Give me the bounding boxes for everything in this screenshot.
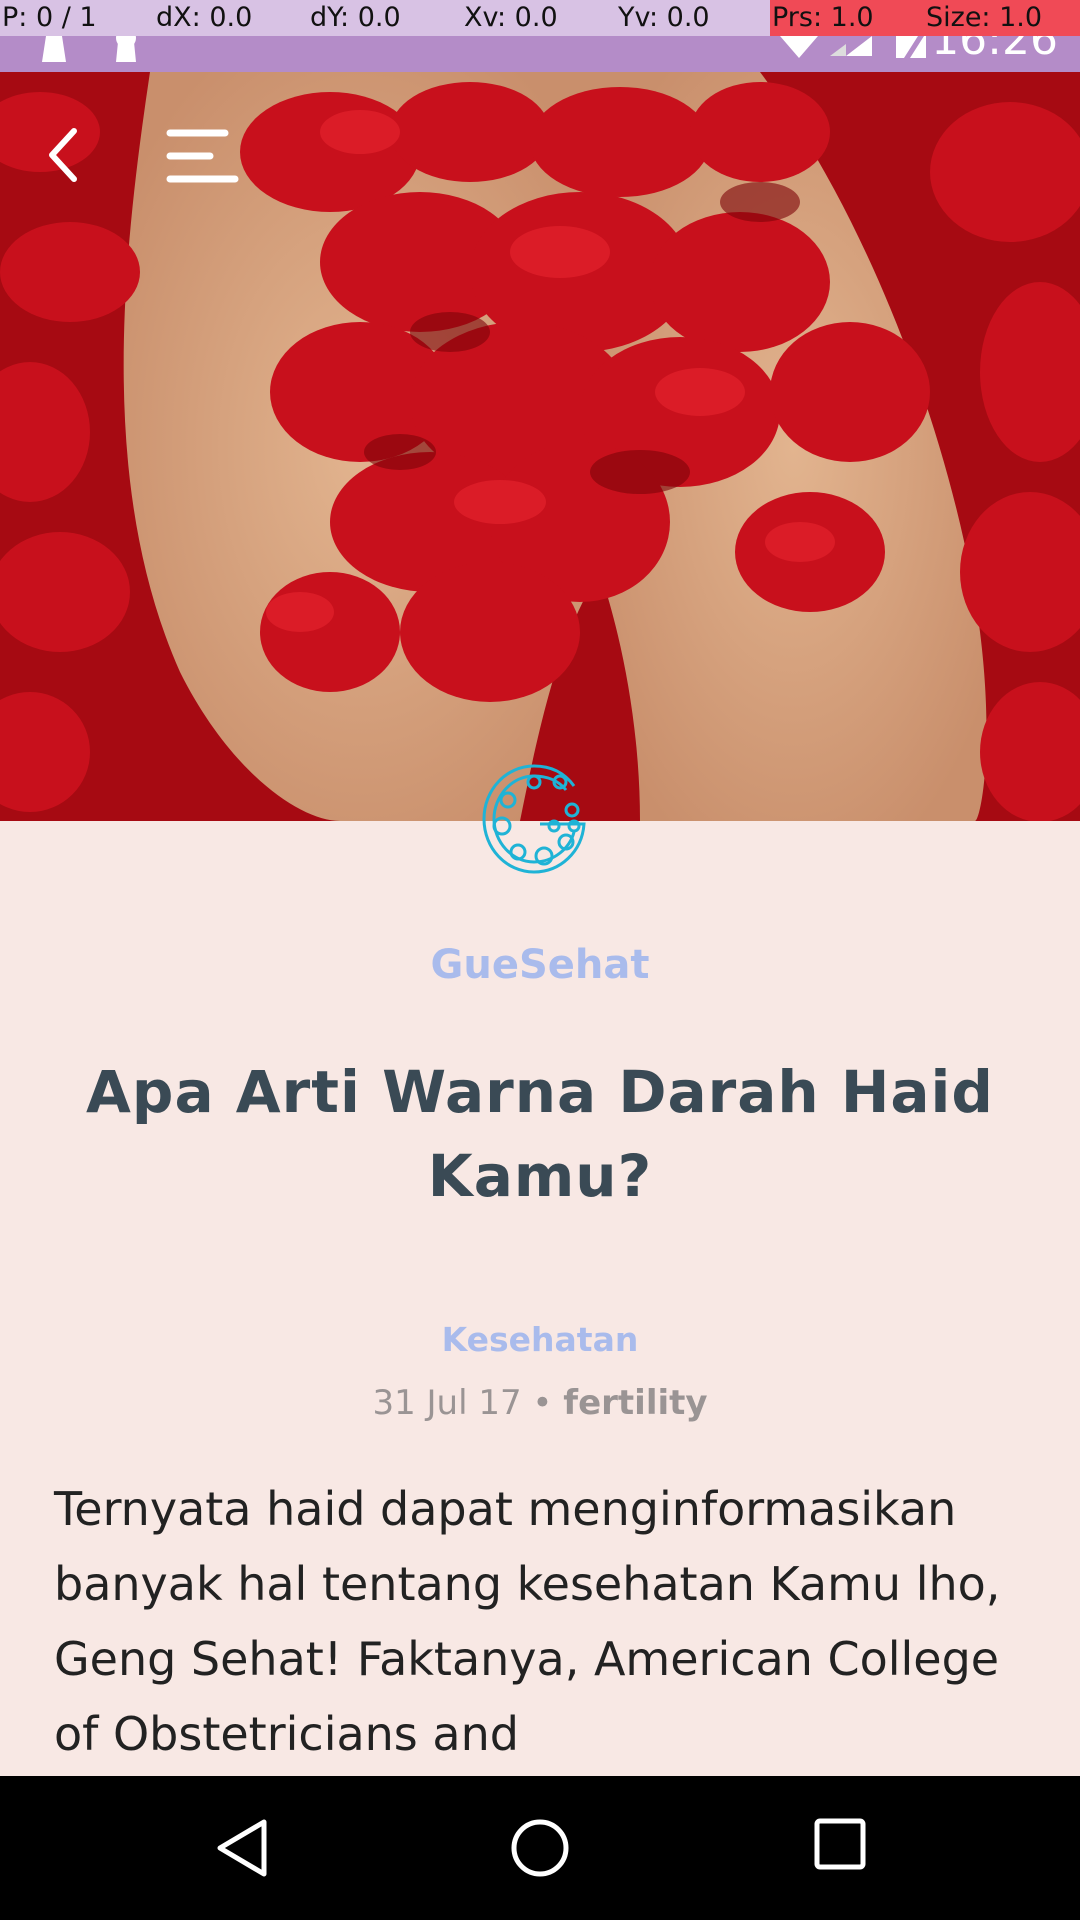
- menu-icon: [166, 129, 239, 183]
- pointer-debug-bar: P: 0 / 1 dX: 0.0 dY: 0.0 Xv: 0.0 Yv: 0.0…: [0, 0, 1080, 36]
- delta-x: dX: 0.0: [156, 2, 253, 33]
- article-tag[interactable]: fertility: [563, 1383, 707, 1423]
- article-category[interactable]: Kesehatan: [0, 1320, 1080, 1359]
- pressure: Prs: 1.0: [770, 0, 924, 36]
- velocity-y: Yv: 0.0: [618, 2, 710, 33]
- velocity-x: Xv: 0.0: [464, 2, 558, 33]
- touch-size: Size: 1.0: [924, 0, 1080, 36]
- nav-back-button[interactable]: [214, 1818, 270, 1878]
- battery-icon: [896, 36, 926, 58]
- menu-button[interactable]: [165, 128, 240, 186]
- delta-y: dY: 0.0: [310, 2, 401, 33]
- notification-icon: [42, 36, 66, 62]
- back-button[interactable]: [40, 125, 90, 185]
- article-title: Apa Arti Warna Darah Haid Kamu?: [86, 1058, 994, 1210]
- article-meta: 31 Jul 17 • fertility: [0, 1383, 1080, 1423]
- article-source[interactable]: GueSehat: [0, 942, 1080, 988]
- navigation-bar: [0, 1776, 1080, 1920]
- meta-separator: •: [532, 1383, 553, 1423]
- wifi-icon: [780, 36, 818, 58]
- nav-recents-button[interactable]: [814, 1818, 866, 1870]
- notification-icon: [116, 36, 136, 62]
- article-body: Ternyata haid dapat menginformasikan ban…: [54, 1482, 1001, 1761]
- hero-image: [0, 72, 1080, 821]
- article-date: 31 Jul 17: [372, 1383, 522, 1423]
- nav-home-button[interactable]: [510, 1818, 570, 1878]
- chevron-left-icon: [49, 128, 77, 182]
- triangle-back-icon: [217, 1819, 267, 1877]
- guesehat-logo-icon: [482, 764, 586, 874]
- status-bar: 16:26: [0, 14, 1080, 72]
- pointer-count: P: 0 / 1: [2, 2, 97, 33]
- square-recents-icon: [814, 1818, 866, 1870]
- circle-home-icon: [511, 1819, 569, 1877]
- signal-icon: [830, 36, 872, 56]
